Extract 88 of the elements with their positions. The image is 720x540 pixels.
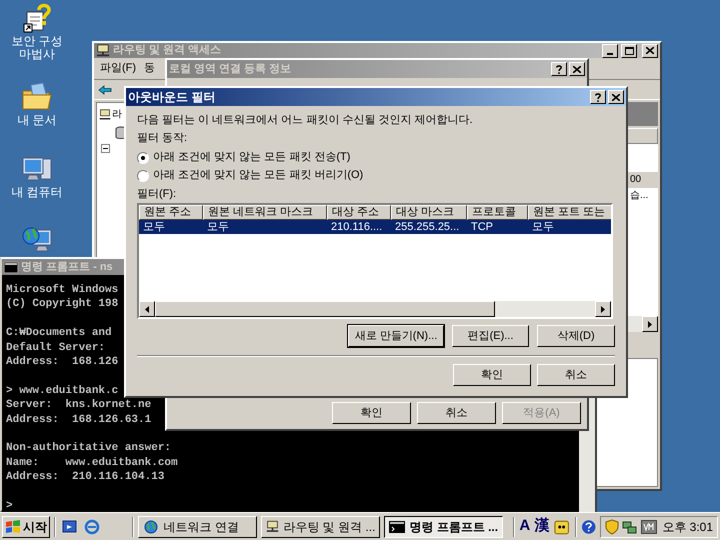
taskbar-button[interactable]: 네트워크 연결 xyxy=(138,516,258,538)
console-line: > xyxy=(6,500,13,512)
section-label: 필터(F): xyxy=(137,188,178,201)
list-button[interactable]: 편집(E)... xyxy=(452,325,529,347)
column-header[interactable]: 원본 네트워크 마스크 xyxy=(203,205,327,220)
language-bar-item[interactable]: A xyxy=(519,515,530,538)
radio-label[interactable]: 아래 조건에 맞지 않는 모든 패킷 전송(T) xyxy=(153,151,350,164)
maximize-icon xyxy=(624,46,634,54)
column-header[interactable]: 대상 마스크 xyxy=(391,205,467,220)
section-label: 필터 동작: xyxy=(137,132,188,145)
console-line: > www.eduitbank.c xyxy=(6,384,118,397)
window-title: 로컬 영역 연결 등록 정보 xyxy=(169,62,292,77)
table-cell: 습... xyxy=(630,190,648,201)
table-cell: 00 xyxy=(630,174,642,185)
desktop-icon-label[interactable]: 내 문서 xyxy=(5,114,69,127)
console-icon xyxy=(389,520,406,532)
list-button[interactable]: 새로 만들기(N)... xyxy=(348,325,444,347)
wizard-icon[interactable] xyxy=(21,2,53,34)
desktop-icon[interactable] xyxy=(62,518,78,534)
server-icon xyxy=(99,108,111,120)
minimize-button[interactable] xyxy=(602,44,618,58)
console-line: Non-authoritative answer: xyxy=(6,442,172,454)
help-button[interactable] xyxy=(590,90,606,104)
help-button[interactable] xyxy=(551,62,567,76)
console-line: C:₩Documents and xyxy=(6,327,112,340)
left-arrow-icon[interactable] xyxy=(145,306,149,312)
close-button[interactable] xyxy=(642,44,658,58)
close-button[interactable] xyxy=(569,62,585,76)
server-icon xyxy=(96,44,110,58)
console-line: Address: 168.126 xyxy=(6,356,118,368)
shield-icon[interactable] xyxy=(605,518,620,534)
taskbar-button[interactable]: 라우팅 및 원격 ... xyxy=(261,516,380,538)
console-line: (C) Copyright 198 xyxy=(6,298,118,310)
maximize-button[interactable] xyxy=(621,44,637,58)
desktop-icon-label[interactable]: 내 컴퓨터 xyxy=(5,186,69,199)
column-header[interactable]: 프로토콜 xyxy=(467,205,528,220)
question-mark-icon xyxy=(595,92,601,102)
console-line: Address: 210.116.104.13 xyxy=(6,471,164,484)
column-header[interactable]: 원본 포트 또는 xyxy=(528,205,611,220)
help-icon[interactable] xyxy=(580,518,596,534)
close-button[interactable] xyxy=(608,90,624,104)
list-button[interactable]: 삭제(D) xyxy=(537,325,615,347)
horizontal-scrollbar[interactable] xyxy=(139,301,611,317)
console-line: Default Server: xyxy=(6,342,106,354)
console-line: Microsoft Windows xyxy=(6,284,118,296)
window-title: 라우팅 및 원격 액세스 xyxy=(113,44,222,57)
dialog-button[interactable]: 확인 xyxy=(453,364,531,386)
console-line: Name: www.eduitbank.com xyxy=(6,456,178,469)
radio-label[interactable]: 아래 조건에 맞지 않는 모든 패킷 버리기(O) xyxy=(153,169,364,182)
tree-item[interactable]: 라 xyxy=(112,107,122,122)
right-arrow-icon[interactable] xyxy=(648,320,652,328)
close-icon xyxy=(646,47,654,54)
console-icon xyxy=(4,262,18,272)
column-header[interactable]: 대상 주소 xyxy=(327,205,391,220)
question-mark-icon xyxy=(556,64,562,74)
start-button[interactable]: 시작 xyxy=(2,516,50,538)
globe-icon xyxy=(143,518,160,534)
minimize-icon xyxy=(607,52,613,54)
desktop-icon-label[interactable]: 보안 구성 마법사 xyxy=(5,35,69,61)
vm-icon[interactable] xyxy=(641,520,658,534)
dialog-button[interactable]: 취소 xyxy=(417,402,496,424)
menu-item[interactable]: 동 xyxy=(144,60,156,77)
console-line: Server: kns.kornet.ne xyxy=(6,399,152,412)
close-icon xyxy=(573,66,581,72)
back-arrow-icon[interactable] xyxy=(98,84,112,94)
radio-button[interactable] xyxy=(137,152,149,164)
server-icon xyxy=(266,518,280,534)
scrollbar-thumb[interactable] xyxy=(155,301,495,317)
right-arrow-icon[interactable] xyxy=(601,306,605,312)
radio-button[interactable] xyxy=(137,170,149,182)
dialog-button[interactable]: 취소 xyxy=(537,364,615,386)
dialog-button[interactable]: 확인 xyxy=(332,402,411,424)
window-title: 아웃바운드 필터 xyxy=(128,89,216,106)
column-header[interactable]: 원본 주소 xyxy=(139,205,203,220)
language-bar-item[interactable]: 漢 xyxy=(534,515,550,538)
clock[interactable]: 오후 3:01 xyxy=(662,518,714,536)
close-icon xyxy=(612,94,620,100)
dialog-button: 적용(A) xyxy=(502,402,581,424)
collapse-icon[interactable] xyxy=(101,144,110,153)
windows-flag-icon xyxy=(5,520,21,534)
table-row[interactable]: 모두 모두 210.116.... 255.255.25... TCP 모두 xyxy=(139,220,611,234)
description-text: 다음 필터는 이 네트워크에서 어느 패킷이 수신될 것인지 제어합니다. xyxy=(137,114,474,127)
console-line: Address: 168.126.63.1 xyxy=(6,414,152,426)
taskbar-button[interactable]: 명령 프롬프트 ... xyxy=(384,516,504,538)
menu-item[interactable]: 파일(F) xyxy=(100,60,136,77)
toolbar-options-icon[interactable] xyxy=(553,518,571,536)
network-connection-icon[interactable] xyxy=(622,518,638,534)
window-title: 명령 프롬프트 - ns xyxy=(21,260,113,275)
